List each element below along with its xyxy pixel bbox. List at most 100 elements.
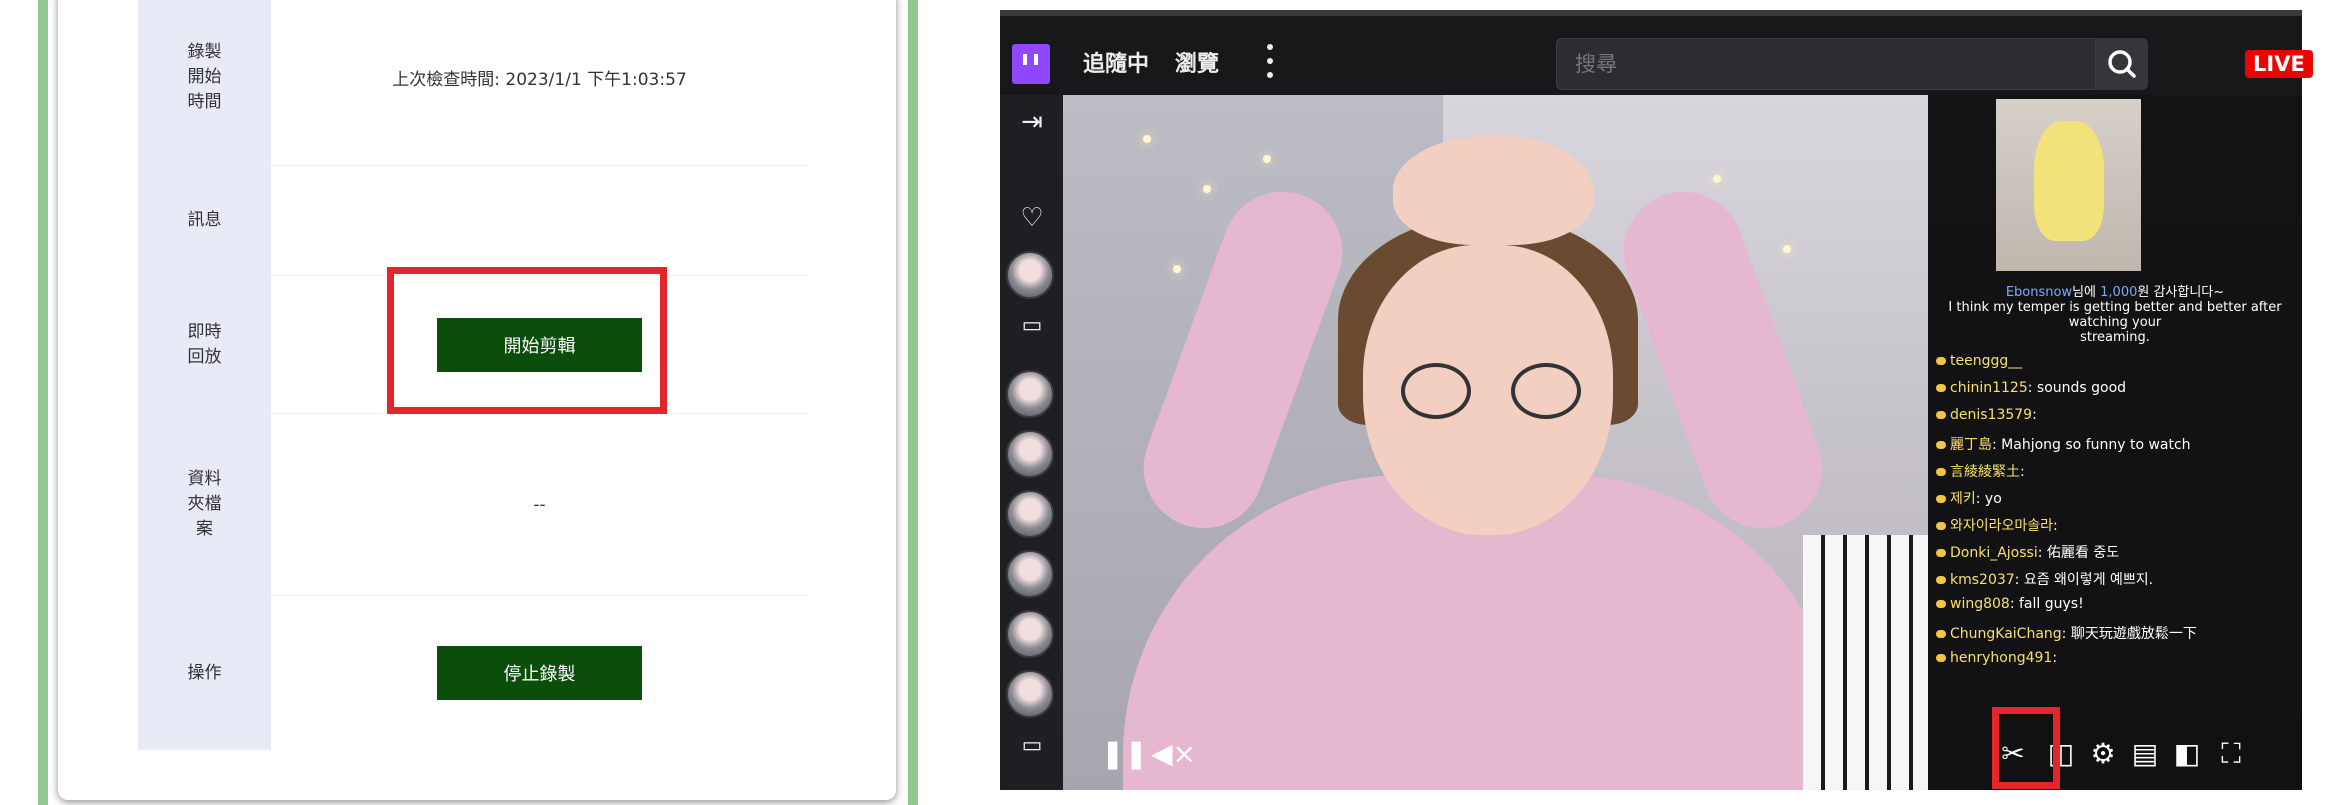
row-message: 訊息	[138, 166, 808, 276]
bokeh-light	[1783, 245, 1791, 253]
avatar[interactable]	[1006, 610, 1054, 658]
donation-amount: 1,000	[2100, 285, 2138, 300]
search-icon	[2108, 50, 2136, 78]
avatar[interactable]	[1006, 251, 1054, 299]
actions-cell: 停止錄製	[271, 596, 808, 750]
label-line: 案	[196, 519, 213, 539]
chat-username[interactable]: ChungKaiChang	[1950, 626, 2062, 642]
glasses	[1511, 363, 1581, 419]
label-line: 資料	[187, 469, 222, 489]
highlight-box-clip	[1992, 707, 2060, 789]
twitch-logo-icon[interactable]	[1012, 44, 1050, 84]
chat-username[interactable]: 제키	[1950, 491, 1976, 507]
banner-text: 님에	[2072, 285, 2101, 300]
badge-icon	[1936, 495, 1946, 503]
chat-message: 와자이라오마솔라:	[1936, 515, 2058, 535]
avatar[interactable]	[1006, 490, 1054, 538]
chat-message: denis13579:	[1936, 407, 2037, 423]
more-options-icon[interactable]	[1265, 44, 1275, 78]
pause-icon[interactable]: ❚❚	[1101, 737, 1148, 770]
theatre-mode-icon[interactable]: ◧	[2169, 737, 2205, 770]
label-line: 操作	[187, 662, 222, 683]
live-badge: LIVE	[2245, 50, 2313, 78]
chat-username[interactable]: teenggg__	[1950, 353, 2022, 369]
label-actions: 操作	[138, 596, 271, 750]
recording-panel: 錄製 開始 時間 上次檢查時間: 2023/1/1 下午1:03:57 訊息 即…	[38, 0, 918, 805]
row-folder-file: 資料 夾檔 案 --	[138, 414, 808, 596]
label-line: 錄製	[187, 42, 222, 62]
chat-message: Donki_Ajossi: 佑麗看 중도	[1936, 542, 2119, 562]
chat-username[interactable]: 와자이라오마솔라	[1950, 518, 2053, 534]
chat-text: : 聊天玩遊戲放鬆一下	[2061, 626, 2197, 642]
chat-username[interactable]: kms2037	[1950, 572, 2015, 588]
avatar[interactable]	[1006, 430, 1054, 478]
label-record-start-time: 錄製 開始 時間	[138, 0, 271, 165]
label-folder-file: 資料 夾檔 案	[138, 414, 271, 595]
chat-message: teenggg__	[1936, 353, 2022, 369]
banner-message: I think my temper is getting better and …	[1948, 300, 2282, 330]
nav-following[interactable]: 追隨中	[1083, 46, 1149, 78]
badge-icon	[1936, 654, 1946, 662]
chat-text: : 佑麗看 중도	[2037, 545, 2120, 561]
banner-text: 원 감사합니다~	[2137, 285, 2225, 300]
search-input[interactable]	[1573, 51, 2057, 77]
badge-icon	[1936, 576, 1946, 584]
avatar[interactable]	[1006, 550, 1054, 598]
expand-sidebar-icon[interactable]: ⇥	[1012, 107, 1052, 137]
chat-username[interactable]: henryhong491	[1950, 650, 2052, 666]
folder-file-value: --	[533, 494, 546, 515]
avatar[interactable]	[1006, 370, 1054, 418]
chat-message: 麗丁島: Mahjong so funny to watch	[1936, 434, 2191, 454]
chat-message: kms2037: 요즘 왜이렇게 예쁘지.	[1936, 569, 2153, 589]
label-message: 訊息	[138, 166, 271, 275]
badge-icon	[1936, 468, 1946, 476]
chat-text: :	[2052, 650, 2058, 666]
chat-message: ChungKaiChang: 聊天玩遊戲放鬆一下	[1936, 623, 2197, 643]
chat-text: : 요즘 왜이렇게 예쁘지.	[2014, 572, 2154, 588]
twitch-window: 追隨中 瀏覽 ⇥ ♡ ▭ ▭	[1000, 10, 2313, 790]
chat-username[interactable]: chinin1125	[1950, 380, 2028, 396]
chat-username[interactable]: wing808	[1950, 596, 2010, 612]
glasses	[1401, 363, 1471, 419]
video-camera-icon: ▭	[1021, 313, 1043, 338]
fullscreen-icon[interactable]: ⛶	[2213, 737, 2249, 771]
settings-gear-icon[interactable]: ⚙	[2085, 737, 2121, 770]
chat-message: 제키: yo	[1936, 488, 2002, 508]
chat-text: : fall guys!	[2009, 596, 2084, 612]
label-line: 訊息	[187, 210, 222, 230]
search-button[interactable]	[2096, 38, 2148, 90]
avatar[interactable]	[1006, 670, 1054, 718]
row-record-start-time: 錄製 開始 時間 上次檢查時間: 2023/1/1 下午1:03:57	[138, 0, 808, 166]
label-line: 夾檔	[187, 494, 222, 514]
badge-icon	[1936, 630, 1946, 638]
label-line: 回放	[187, 346, 222, 367]
badge-icon	[1936, 357, 1946, 365]
chat-overlay: Ebonsnow님에 1,000원 감사합니다~ I think my temp…	[1928, 95, 2302, 790]
video-camera-icon: ▭	[1021, 733, 1043, 758]
badge-icon	[1936, 441, 1946, 449]
chat-username[interactable]: 言綾綾緊土	[1950, 464, 2020, 480]
mute-icon[interactable]: ◀×	[1151, 737, 1196, 770]
highlight-box-start-clip	[387, 267, 667, 414]
heart-hands	[1393, 135, 1593, 245]
badge-icon	[1936, 522, 1946, 530]
followed-channels-sidebar: ⇥ ♡ ▭ ▭	[1000, 95, 1063, 790]
bokeh-light	[1173, 265, 1181, 273]
row-actions: 操作 停止錄製	[138, 596, 808, 750]
chat-username[interactable]: Donki_Ajossi	[1950, 545, 2038, 561]
chat-username[interactable]: 麗丁島	[1950, 437, 1992, 453]
nav-browse[interactable]: 瀏覽	[1175, 46, 1219, 78]
chat-username[interactable]: denis13579	[1950, 407, 2032, 423]
donor-name: Ebonsnow	[2005, 285, 2073, 300]
stream-video[interactable]: Ebonsnow님에 1,000원 감사합니다~ I think my temp…	[1063, 95, 2302, 790]
chat-message: chinin1125: sounds good	[1936, 380, 2126, 396]
label-line: 時間	[187, 92, 222, 112]
label-line: 即時	[187, 321, 222, 342]
label-instant-replay: 即時 回放	[138, 276, 271, 413]
clip-clapper-icon[interactable]: ▤	[2127, 737, 2163, 770]
top-nav-bar: 追隨中 瀏覽	[1000, 10, 2302, 95]
chat-message: henryhong491:	[1936, 650, 2057, 666]
bokeh-light	[1263, 155, 1271, 163]
stop-recording-button[interactable]: 停止錄製	[437, 646, 642, 700]
bokeh-light	[1143, 135, 1151, 143]
